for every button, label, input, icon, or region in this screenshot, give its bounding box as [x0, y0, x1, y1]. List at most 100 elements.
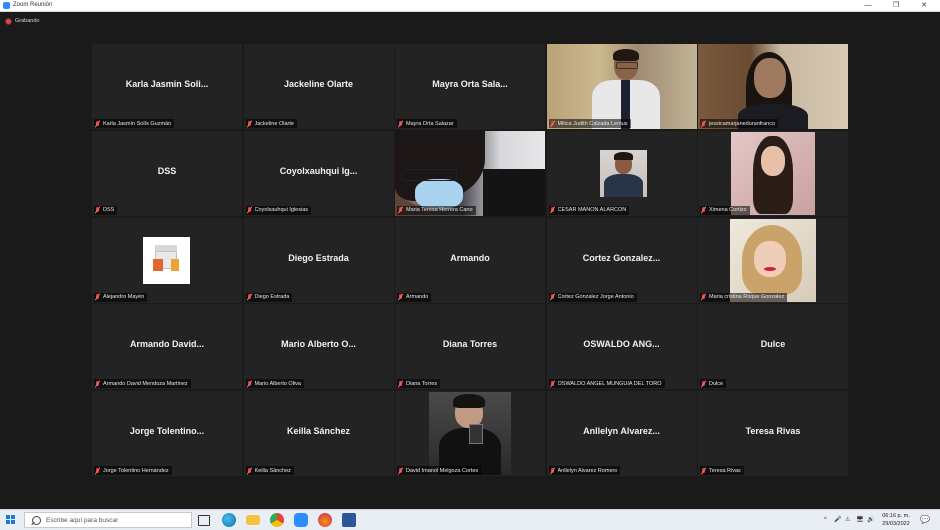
participant-tile[interactable]: David Imanol Melgoza Cortes: [395, 391, 545, 476]
participant-display-name: Coyolxauhqui Ig...: [279, 165, 358, 176]
participant-label: Teresa Rivas: [700, 466, 744, 475]
mic-muted-icon: [398, 207, 403, 213]
participant-profile-photo: [730, 218, 816, 302]
participant-label: Milica Judith Calzada Lemus: [548, 119, 631, 128]
volume-icon[interactable]: 🔊: [867, 513, 874, 527]
participant-label: Mayra Orta Salazar: [397, 119, 457, 128]
show-hidden-icons-chevron-icon[interactable]: ^: [824, 513, 827, 527]
task-view-icon[interactable]: [198, 515, 210, 526]
participant-tile[interactable]: Alejandro Mayén: [92, 217, 242, 303]
participant-label: Diana Torres: [397, 379, 441, 389]
title-bar: Zoom Reunión — ❐ ✕: [0, 0, 940, 12]
mic-muted-icon: [550, 294, 555, 300]
participant-tile[interactable]: jessicamarjaneduranfranco: [698, 44, 848, 129]
participant-label: Armando David Mendoza Martinez: [94, 379, 191, 389]
participant-tile[interactable]: Jorge Tolentino... Jorge Tolentino Herná…: [92, 391, 242, 476]
windows-start-icon[interactable]: [6, 515, 16, 525]
participant-display-name: Diana Torres: [442, 339, 498, 350]
network-icon[interactable]: 🖥: [856, 513, 864, 527]
participant-tile[interactable]: Maria Teresa Herrera Cano: [395, 130, 545, 216]
participant-tile[interactable]: OSWALDO ANG... OSWALDO ANGEL MUNGUIA DEL…: [546, 304, 697, 390]
participant-profile-photo: [429, 392, 511, 475]
mic-muted-icon: [247, 294, 252, 300]
participant-tile[interactable]: Karla Jasmin Soli... Karla Jasmín Solís …: [92, 44, 242, 129]
participant-tile[interactable]: Coyolxauhqui Ig... Coyolxauhqui Iglesias: [243, 130, 394, 216]
participant-tile[interactable]: Anllelyn Alvarez... Anllelyn Alvarez Rom…: [546, 391, 697, 476]
mic-muted-icon: [95, 380, 100, 387]
search-icon: [32, 515, 41, 525]
gallery-grid: Karla Jasmin Soli... Karla Jasmín Solís …: [92, 44, 848, 476]
maximize-button[interactable]: ❐: [884, 0, 908, 11]
zoom-app-icon: [3, 2, 10, 9]
participant-tile[interactable]: Keilla Sánchez Keilla Sánchez: [243, 391, 394, 476]
participant-tile[interactable]: Ximena Cortizo: [698, 130, 848, 216]
participant-tile[interactable]: Armando Armando: [395, 217, 545, 303]
participant-display-name: DSS: [157, 165, 177, 176]
zoom-taskbar-icon[interactable]: [294, 513, 308, 527]
participant-display-name: Jorge Tolentino...: [129, 426, 205, 436]
participant-tile[interactable]: Diana Torres Diana Torres: [395, 304, 545, 390]
participant-tile[interactable]: Dulce Dulce: [698, 304, 848, 390]
mic-muted-icon: [398, 120, 403, 127]
mic-muted-icon: [701, 207, 706, 213]
participant-tile-active-speaker[interactable]: Milica Judith Calzada Lemus: [546, 44, 697, 129]
participant-label: Maria cristina Roque Gonzalez: [700, 292, 788, 302]
firefox-icon[interactable]: [318, 513, 332, 527]
clock-time: 06:16 p. m.: [882, 513, 910, 519]
participant-label: Keilla Sánchez: [245, 466, 294, 475]
participant-tile[interactable]: Maria cristina Roque Gonzalez: [698, 217, 848, 303]
participant-display-name: Keilla Sánchez: [286, 426, 351, 436]
participant-tile[interactable]: Diego Estrada Diego Estrada: [243, 217, 394, 303]
participant-display-name: Karla Jasmin Soli...: [125, 79, 209, 89]
recording-label: Grabando: [15, 18, 40, 24]
participant-label: Anllelyn Alvarez Romero: [548, 466, 621, 475]
participant-display-name: Jackeline Olarte: [283, 79, 354, 89]
recording-indicator[interactable]: Grabando: [6, 16, 39, 26]
mic-muted-icon: [550, 467, 555, 474]
notifications-icon[interactable]: 💬: [920, 513, 930, 527]
participant-label: Cortez Gonzalez Jorge Antonio: [548, 292, 637, 302]
participant-display-name: Teresa Rivas: [745, 426, 801, 436]
minimize-button[interactable]: —: [856, 0, 880, 11]
participant-display-name: Mario Alberto O...: [281, 339, 356, 350]
participant-tile[interactable]: Jackeline Olarte Jackeline Olarte: [243, 44, 394, 129]
chrome-icon[interactable]: [270, 513, 284, 527]
participant-label: Coyolxauhqui Iglesias: [245, 205, 312, 215]
participant-tile[interactable]: Mario Alberto O... Mario Alberto Oliva: [243, 304, 394, 390]
participant-video: [546, 44, 697, 129]
mic-muted-icon: [550, 207, 555, 213]
close-button[interactable]: ✕: [912, 0, 936, 11]
participant-label: Jorge Tolentino Hernández: [94, 466, 172, 475]
participant-tile[interactable]: Armando David... Armando David Mendoza M…: [92, 304, 242, 390]
microphone-icon[interactable]: 🎤: [834, 513, 841, 527]
warning-icon[interactable]: ⚠: [845, 513, 850, 527]
edge-browser-icon[interactable]: [222, 513, 236, 527]
mic-muted-icon: [701, 467, 706, 474]
participant-tile[interactable]: DSS DSS: [92, 130, 242, 216]
file-explorer-icon[interactable]: [246, 515, 260, 525]
mic-muted-icon: [701, 120, 706, 127]
recording-icon: [6, 18, 11, 24]
mic-muted-icon: [95, 294, 100, 300]
participant-profile-photo: [143, 236, 190, 284]
taskbar-search-box[interactable]: Escribe aquí para buscar: [24, 512, 192, 528]
participant-tile[interactable]: Teresa Rivas Teresa Rivas: [698, 391, 848, 476]
mic-muted-icon: [398, 294, 403, 300]
participant-tile[interactable]: CESAR MAÑON ALARCON: [546, 130, 697, 216]
participant-label: DSS: [94, 205, 118, 215]
mic-muted-icon: [398, 467, 403, 474]
participant-display-name: Armando David...: [129, 339, 204, 350]
mic-muted-icon: [398, 380, 403, 387]
word-icon[interactable]: [342, 513, 356, 527]
participant-label: Maria Teresa Herrera Cano: [397, 205, 476, 215]
participant-display-name: OSWALDO ANG...: [583, 339, 660, 350]
participant-label: OSWALDO ANGEL MUNGUIA DEL TORO: [548, 379, 665, 389]
taskbar-clock[interactable]: 06:16 p. m. 29/03/2022: [877, 512, 915, 528]
participant-video: [395, 130, 545, 216]
window-title: Zoom Reunión: [13, 2, 53, 8]
participant-display-name: Armando: [450, 252, 490, 263]
participant-tile[interactable]: Mayra Orta Sala... Mayra Orta Salazar: [395, 44, 545, 129]
mic-muted-icon: [95, 120, 100, 127]
participant-tile[interactable]: Cortez Gonzalez... Cortez Gonzalez Jorge…: [546, 217, 697, 303]
taskbar: Escribe aquí para buscar ^ 🎤 ⚠ 🖥 🔊 06:16…: [0, 509, 940, 530]
